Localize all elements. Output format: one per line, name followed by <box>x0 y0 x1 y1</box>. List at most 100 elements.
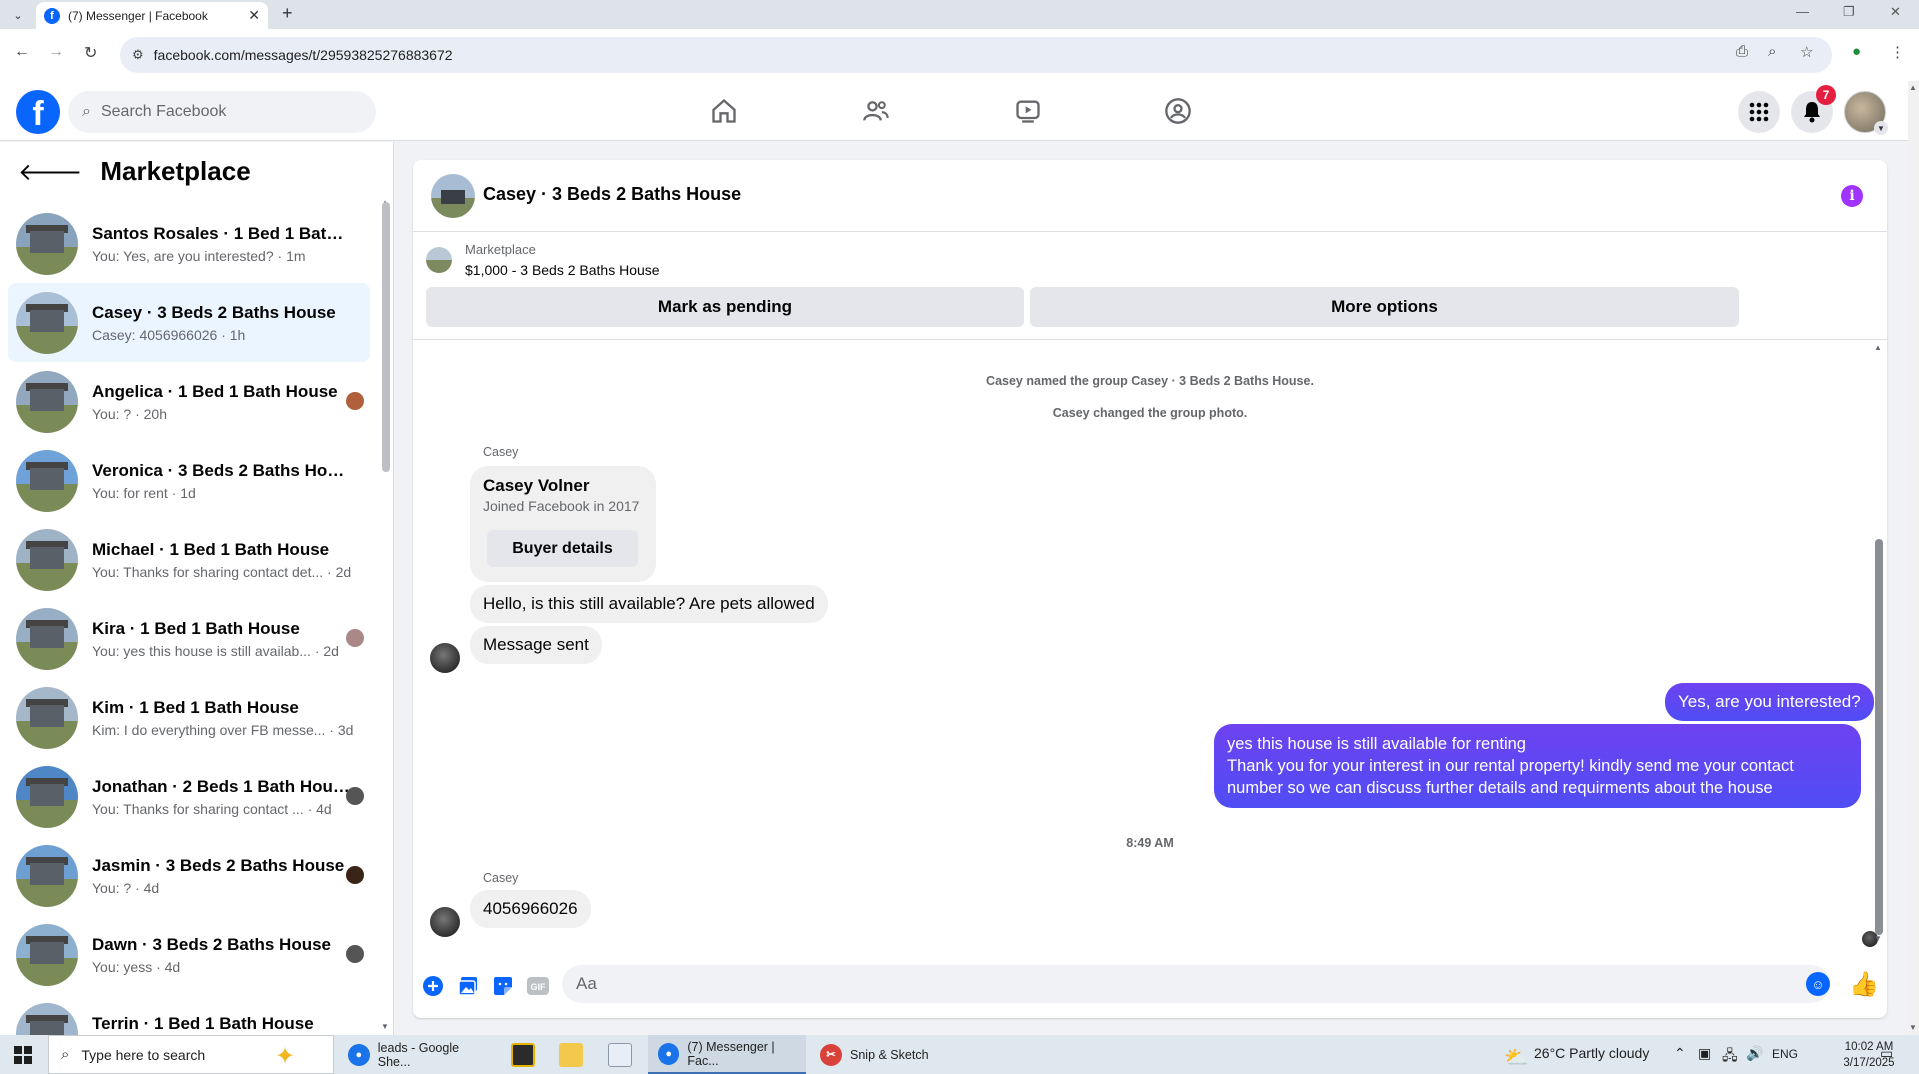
account-chevron-down-icon[interactable]: ▼ <box>1874 121 1888 135</box>
add-plus-icon[interactable] <box>421 974 445 998</box>
weather-icon[interactable]: ⛅ <box>1504 1045 1529 1070</box>
outgoing-message[interactable]: yes this house is still available for re… <box>1214 724 1861 808</box>
conversation-preview: You: Thanks for sharing contact det... ·… <box>92 563 352 580</box>
gif-icon[interactable]: GIF <box>526 974 550 998</box>
weather-text[interactable]: 26°C Partly cloudy <box>1534 1045 1649 1061</box>
scroll-down-arrow-icon[interactable]: ▼ <box>381 1022 389 1031</box>
group-avatar[interactable] <box>431 174 475 218</box>
chat-scroll-down-icon[interactable]: ▼ <box>1874 934 1882 943</box>
conversation-item[interactable]: Casey · 3 Beds 2 Baths House Casey: 40569… <box>8 283 370 362</box>
close-window-icon[interactable]: ✕ <box>1890 4 1901 20</box>
bookmark-star-icon[interactable]: ☆ <box>1800 43 1813 61</box>
conversation-name: Kim · 1 Bed 1 Bath House <box>92 697 299 717</box>
page-scroll-down-icon[interactable]: ▼ <box>1909 1023 1917 1032</box>
thumbs-up-like-icon[interactable]: 👍 <box>1849 970 1879 999</box>
input-language[interactable]: ENG <box>1772 1047 1798 1061</box>
conversation-item[interactable]: Angelica · 1 Bed 1 Bath House You: ? · 20… <box>8 362 370 441</box>
conversation-item[interactable]: Kira · 1 Bed 1 Bath House You: yes this h… <box>8 599 370 678</box>
conversation-scrollbar[interactable] <box>382 202 390 472</box>
back-icon[interactable]: ← <box>14 43 30 61</box>
sticker-icon[interactable] <box>491 974 515 998</box>
outgoing-message[interactable]: Yes, are you interested? <box>1665 683 1874 721</box>
tab-title: (7) Messenger | Facebook <box>68 8 208 23</box>
conversation-item[interactable]: Veronica · 3 Beds 2 Baths House You: for … <box>8 441 370 520</box>
listing-price-title[interactable]: $1,000 - 3 Beds 2 Baths House <box>465 262 660 278</box>
conversation-name: Kira · 1 Bed 1 Bath House <box>92 618 300 638</box>
taskbar-search[interactable]: ⌕ Type here to search ✦ <box>48 1035 334 1074</box>
listing-thumbnail <box>16 844 78 907</box>
minimize-icon[interactable]: — <box>1796 4 1809 19</box>
sticky-notes-icon[interactable] <box>511 1043 535 1067</box>
conversation-item[interactable]: Terrin · 1 Bed 1 Bath HouseYou: ? · 5d <box>8 994 370 1035</box>
chat-title[interactable]: Casey · 3 Beds 2 Baths House <box>483 184 741 205</box>
incoming-message[interactable]: Message sent <box>470 626 602 664</box>
file-explorer-icon[interactable] <box>559 1043 583 1067</box>
notification-center-icon[interactable]: ▭ <box>1880 1045 1893 1062</box>
listing-thumbnail <box>16 291 78 354</box>
snipping-tool-icon[interactable] <box>608 1043 632 1067</box>
conversation-preview: You: ? · 20h <box>92 405 167 422</box>
chat-scroll-up-icon[interactable]: ▲ <box>1874 343 1882 352</box>
conversation-item[interactable]: Santos Rosales · 1 Bed 1 Bath Ho... You: … <box>8 204 370 283</box>
conversation-info-icon[interactable]: i <box>1841 185 1863 207</box>
groups-icon[interactable] <box>1158 95 1198 127</box>
meet-now-icon[interactable]: ▣ <box>1698 1045 1711 1062</box>
install-app-icon[interactable]: ⎙ <box>1736 43 1748 60</box>
message-input[interactable] <box>562 965 1830 1003</box>
facebook-logo-icon[interactable]: f <box>16 90 60 134</box>
zoom-icon[interactable]: ⌕ <box>1768 43 1776 60</box>
sender-avatar[interactable] <box>430 643 460 673</box>
incoming-message[interactable]: Hello, is this still available? Are pets… <box>470 585 828 623</box>
conversation-item[interactable]: Jasmin · 3 Beds 2 Baths House You: ? · 4d <box>8 836 370 915</box>
conversation-item[interactable]: Michael · 1 Bed 1 Bath House You: Thanks … <box>8 520 370 599</box>
home-icon[interactable] <box>704 95 744 127</box>
facebook-search[interactable]: ⌕ <box>68 91 376 133</box>
show-hidden-icons-icon[interactable]: ⌃ <box>1674 1045 1686 1062</box>
windows-start-icon[interactable] <box>14 1046 32 1064</box>
emoji-icon[interactable]: ☺ <box>1806 972 1830 996</box>
taskbar-app-snip-sketch[interactable]: ✂ Snip & Sketch <box>810 1035 966 1074</box>
taskbar-app-sheets[interactable]: ● leads - Google She... <box>338 1035 494 1074</box>
tab-search-dropdown-icon[interactable]: ⌄ <box>6 4 30 26</box>
photo-attach-icon[interactable] <box>456 974 480 998</box>
chrome-icon: ● <box>658 1042 680 1065</box>
tab-close-icon[interactable]: ✕ <box>248 7 260 24</box>
menu-grid-icon[interactable] <box>1738 91 1780 133</box>
browser-tab[interactable]: f (7) Messenger | Facebook ✕ <box>36 2 268 29</box>
friends-icon[interactable] <box>856 95 896 127</box>
profile-icon[interactable]: ● <box>1852 43 1861 60</box>
conversation-item[interactable]: Jonathan · 2 Beds 1 Bath House You: Thank… <box>8 757 370 836</box>
restore-icon[interactable]: ❐ <box>1843 4 1855 20</box>
facebook-search-input[interactable] <box>100 103 341 121</box>
buyer-name: Casey Volner <box>483 476 590 495</box>
conversation-name: Dawn · 3 Beds 2 Baths House <box>92 934 332 954</box>
address-bar[interactable]: ⚙ facebook.com/messages/t/29593825276883… <box>120 37 1832 73</box>
site-info-icon[interactable]: ⚙ <box>132 47 144 63</box>
conversation-name: Veronica · 3 Beds 2 Baths House <box>92 460 350 480</box>
taskbar-app-messenger[interactable]: ● (7) Messenger | Fac... <box>648 1035 806 1074</box>
sender-avatar[interactable] <box>430 907 460 937</box>
watch-video-icon[interactable] <box>1008 95 1048 127</box>
buyer-details-button[interactable]: Buyer details <box>487 530 638 567</box>
conversation-item[interactable]: Kim · 1 Bed 1 Bath House Kim: I do everyt… <box>8 678 370 757</box>
chat-scrollbar[interactable] <box>1875 539 1883 935</box>
message-timestamp: 8:49 AM <box>1126 836 1174 850</box>
new-tab-icon[interactable]: + <box>282 3 293 24</box>
conversation-preview: You: Thanks for sharing contact ... · 4d <box>92 800 332 817</box>
forward-icon[interactable]: → <box>48 43 64 61</box>
back-arrow-icon[interactable]: 🡐 <box>18 157 82 187</box>
conversation-item[interactable]: Dawn · 3 Beds 2 Baths House You: yess · 4… <box>8 915 370 994</box>
browser-menu-icon[interactable]: ⋮ <box>1890 43 1905 61</box>
more-options-button[interactable]: More options <box>1030 287 1739 327</box>
taskbar-app-label: leads - Google She... <box>377 1040 460 1069</box>
volume-icon[interactable]: 🔊 <box>1746 1045 1763 1062</box>
page-scroll-up-icon[interactable]: ▲ <box>1909 83 1917 92</box>
network-icon[interactable]: 🖧 <box>1722 1045 1738 1069</box>
reload-icon[interactable]: ↻ <box>84 43 97 63</box>
conversation-preview: You: ? · 4d <box>92 879 160 896</box>
listing-thumbnail[interactable] <box>426 247 452 273</box>
page-scrollbar[interactable]: ▲ ▼ <box>1908 81 1919 1036</box>
mark-as-pending-button[interactable]: Mark as pending <box>426 287 1024 327</box>
incoming-message[interactable]: 4056966026 <box>470 890 591 928</box>
message-thread: Casey named the group Casey · 3 Beds 2 B… <box>413 341 1887 951</box>
